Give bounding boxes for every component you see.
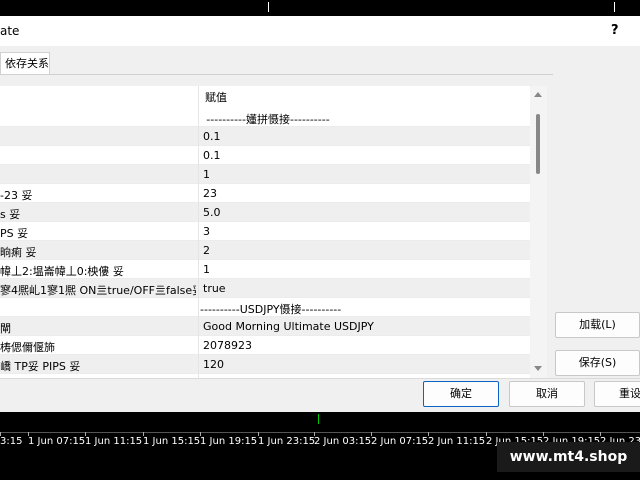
table-row[interactable]: 嶠 TP妥 PIPS 妥 120 [0, 355, 530, 374]
parameter-name: PS 妥 [0, 227, 29, 240]
parameters-table: 赋值 ----------嬞拼慑接---------- 0.1 0.1 1 -23 妥 2… [0, 86, 530, 378]
axis-time-label: 3:15 [0, 436, 23, 447]
parameter-value[interactable]: 2078923 [203, 339, 252, 352]
current-bar-marker [318, 414, 319, 424]
axis-time-label: 2 Jun 07:15 [371, 436, 429, 447]
parameter-name: -23 妥 [0, 189, 33, 202]
dialog-title: ate [0, 24, 20, 38]
parameter-name: 寥4熈乢1寥1熈 ON亖true/OFF亖false妥 [0, 284, 196, 297]
column-divider[interactable] [198, 86, 199, 108]
save-button[interactable]: 保存(S) [555, 350, 640, 376]
column-divider [198, 355, 199, 374]
section-separator: ----------USDJPY慑接---------- [200, 303, 342, 316]
input-parameters-dialog: ate ? 依存关系 赋值 ----------嬞拼慑接---------- 0.… [0, 16, 640, 412]
value-column-header[interactable]: 赋值 [205, 89, 227, 105]
column-divider [198, 165, 199, 184]
parameter-value[interactable]: 2 [203, 244, 210, 257]
column-divider [198, 260, 199, 279]
section-separator: ----------嬞拼慑接---------- [206, 113, 330, 126]
table-row[interactable]: 0.1 [0, 146, 530, 165]
table-row[interactable]: 幃丄2:塭崙幃丄0:柍僂 妥 1 [0, 260, 530, 279]
ok-button[interactable]: 确定 [423, 381, 499, 407]
column-divider [198, 108, 199, 127]
column-divider [198, 127, 199, 146]
chart-top-strip [0, 0, 640, 16]
axis-line [0, 432, 640, 433]
axis-time-label: 2 Jun 11:15 [428, 436, 486, 447]
table-row[interactable]: 1 [0, 165, 530, 184]
scrollbar-thumb[interactable] [536, 114, 540, 174]
chart-time-axis: 3:15 1 Jun 07:15 1 Jun 11:15 1 Jun 15:15 1 J… [0, 412, 640, 480]
table-header: 赋值 [0, 86, 530, 109]
column-divider [198, 336, 199, 355]
parameter-value[interactable]: 3 [203, 225, 210, 238]
parameter-name: 晌痢 妥 [0, 246, 37, 259]
dialog-titlebar: ate ? [0, 16, 640, 46]
table-row[interactable]: 0.1 [0, 127, 530, 146]
parameter-value[interactable]: 23 [203, 187, 217, 200]
parameter-name: 閘 [0, 322, 11, 335]
scroll-down-icon[interactable] [534, 366, 542, 371]
parameter-value[interactable]: 0.1 [203, 130, 221, 143]
column-divider [198, 241, 199, 260]
help-icon[interactable]: ? [611, 23, 619, 38]
axis-time-label: 1 Jun 15:15 [143, 436, 201, 447]
column-divider [198, 298, 199, 317]
table-row[interactable]: 晌痢 妥 2 [0, 241, 530, 260]
column-divider [198, 203, 199, 222]
parameter-value[interactable]: Good Morning Ultimate USDJPY [203, 320, 374, 333]
watermark: www.mt4.shop [497, 442, 640, 472]
parameter-name: 梼偲儞偃斾 [0, 341, 55, 354]
parameter-value[interactable]: true [203, 282, 226, 295]
column-divider [198, 317, 199, 336]
axis-time-label: 1 Jun 19:15 [200, 436, 258, 447]
table-row[interactable]: 寥4熈乢1寥1熈 ON亖true/OFF亖false妥 true [0, 279, 530, 298]
axis-time-label: 1 Jun 11:15 [85, 436, 143, 447]
table-row[interactable]: 梼偲儞偃斾 2078923 [0, 336, 530, 355]
table-row[interactable]: ----------嬞拼慑接---------- [0, 108, 530, 127]
parameter-value[interactable]: 1 [203, 263, 210, 276]
parameter-name: 幃丄2:塭崙幃丄0:柍僂 妥 [0, 265, 124, 278]
parameter-value[interactable]: 1 [203, 168, 210, 181]
table-row[interactable]: 閘 Good Morning Ultimate USDJPY [0, 317, 530, 336]
table-row[interactable]: -23 妥 23 [0, 184, 530, 203]
tab-divider [0, 74, 553, 75]
table-row[interactable]: PS 妥 3 [0, 222, 530, 241]
column-divider [198, 279, 199, 298]
parameter-name: 嶠 TP妥 PIPS 妥 [0, 360, 81, 373]
scroll-up-icon[interactable] [534, 92, 542, 97]
axis-time-label: 1 Jun 07:15 [28, 436, 86, 447]
axis-time-label: 1 Jun 23:15 [258, 436, 316, 447]
column-divider [198, 146, 199, 165]
parameter-value[interactable]: 0.1 [203, 149, 221, 162]
column-divider [198, 184, 199, 203]
chart-grid-tick [614, 2, 615, 12]
parameter-name: s 妥 [0, 208, 21, 221]
axis-time-label: 2 Jun 03:15 [314, 436, 372, 447]
load-button[interactable]: 加载(L) [555, 312, 640, 338]
parameter-value[interactable]: 5.0 [203, 206, 221, 219]
table-row[interactable]: ----------USDJPY慑接---------- [0, 298, 530, 317]
tab-dependencies[interactable]: 依存关系 [0, 52, 50, 74]
table-row[interactable]: s 妥 5.0 [0, 203, 530, 222]
chart-grid-tick [268, 2, 269, 12]
reset-button[interactable]: 重设 [594, 381, 640, 407]
dialog-button-bar: 确定 取消 重设 [0, 378, 640, 412]
column-divider [198, 222, 199, 241]
parameter-value[interactable]: 120 [203, 358, 224, 371]
table-scrollbar[interactable] [530, 86, 547, 378]
cancel-button[interactable]: 取消 [509, 381, 585, 407]
